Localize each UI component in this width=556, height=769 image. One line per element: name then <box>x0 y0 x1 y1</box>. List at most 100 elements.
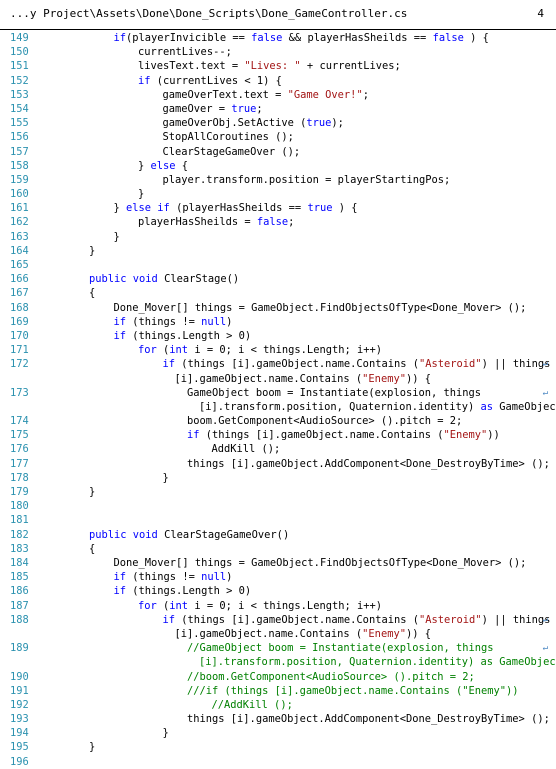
code-text: for (int i = 0; i < things.Length; i++) <box>138 343 382 357</box>
code-token: (currentLives < 1) { <box>150 74 282 87</box>
code-line: 185 if (things != null) <box>0 570 556 584</box>
code-token: } <box>138 188 145 201</box>
code-text-continued: [i].transform.position, Quaternion.ident… <box>199 400 556 414</box>
code-token: } <box>138 159 151 172</box>
code-line: 173 GameObject boom = Instantiate(explosi… <box>0 386 556 414</box>
line-number: 177 <box>10 457 29 470</box>
code-line: 191 ///if (things [i].gameObject.name.Con… <box>0 684 556 698</box>
code-line: 160} <box>0 187 556 201</box>
header-divider <box>0 29 556 30</box>
code-text: } else { <box>138 159 188 173</box>
code-line: 171 for (int i = 0; i < things.Length; i+… <box>0 343 556 357</box>
code-line: 177 things [i].gameObject.AddComponent<Do… <box>0 457 556 471</box>
code-text: gameOverObj.SetActive (true); <box>163 116 344 130</box>
code-listing: 149 if(playerInvicible == false && player… <box>0 31 556 769</box>
code-text: if (things != null) <box>114 570 233 584</box>
code-token: (things.Length > 0) <box>126 585 252 598</box>
line-number: 173 <box>10 386 29 399</box>
code-line: 158} else { <box>0 159 556 173</box>
code-text: AddKill (); <box>212 442 281 456</box>
code-line: 195} <box>0 740 556 754</box>
code-token: (playerInvicible == <box>126 32 252 44</box>
code-token: public void <box>89 273 158 286</box>
code-token: int <box>169 344 189 357</box>
code-token: public void <box>89 528 158 541</box>
code-line: 187 for (int i = 0; i < things.Length; i+… <box>0 599 556 613</box>
code-token: (things != <box>126 315 202 328</box>
line-number: 164 <box>10 244 29 257</box>
code-token: } <box>162 727 169 740</box>
code-token: "Enemy" <box>443 429 488 442</box>
code-line: 172 if (things [i].gameObject.name.Contai… <box>0 357 556 385</box>
code-token: Done_Mover[] things = GameObject.FindObj… <box>113 556 527 569</box>
code-token: "Asteroid" <box>419 613 482 626</box>
code-token: ( <box>156 599 170 612</box>
code-token: if <box>113 32 127 44</box>
code-text: if (things.Length > 0) <box>114 584 252 598</box>
code-token: ; <box>256 102 263 115</box>
code-text: if (things [i].gameObject.name.Contains … <box>187 428 500 442</box>
code-token: things [i].gameObject.AddComponent<Done_… <box>187 457 550 470</box>
line-number: 153 <box>10 88 29 101</box>
code-line: 152 if (currentLives < 1) { <box>0 74 556 88</box>
code-token: false <box>256 216 289 229</box>
code-text: for (int i = 0; i < things.Length; i++) <box>138 599 382 613</box>
code-text: //AddKill (); <box>212 698 293 712</box>
code-text: } <box>89 244 95 258</box>
code-token: gameOverText.text = <box>162 88 288 101</box>
line-number: 172 <box>10 358 29 371</box>
code-text: if (things [i].gameObject.name.Contains … <box>163 613 551 627</box>
code-token: ) <box>226 315 233 328</box>
code-line: 176 AddKill (); <box>0 442 556 456</box>
code-token: "Game Over!" <box>287 88 363 101</box>
code-token: } <box>113 202 127 215</box>
code-token: ClearStageGameOver (); <box>162 145 301 158</box>
line-number: 162 <box>10 216 29 229</box>
code-line: 154 gameOver = true; <box>0 102 556 116</box>
line-number: 167 <box>10 287 29 300</box>
code-token: ; <box>362 88 369 101</box>
code-text: } <box>138 187 144 201</box>
code-token: null <box>201 315 227 328</box>
code-token: } <box>162 471 169 484</box>
code-text-continued: [i].gameObject.name.Contains ("Enemy")) … <box>175 627 432 641</box>
code-line: 178} <box>0 471 556 485</box>
code-line: 193 things [i].gameObject.AddComponent<Do… <box>0 712 556 726</box>
code-token: { <box>175 159 189 172</box>
code-token: StopAllCoroutines (); <box>162 131 294 144</box>
code-line: 184 Done_Mover[] things = GameObject.Find… <box>0 556 556 570</box>
line-number: 155 <box>10 117 29 130</box>
code-token: ; <box>288 216 295 229</box>
code-text: } <box>163 726 169 740</box>
line-number: 165 <box>10 259 29 271</box>
code-line: 186 if (things.Length > 0) <box>0 584 556 598</box>
code-token: null <box>201 571 227 584</box>
code-token: else <box>150 159 176 172</box>
code-token: ); <box>331 117 344 130</box>
code-text: gameOverText.text = "Game Over!"; <box>163 88 369 102</box>
code-token: ///if (things [i].gameObject.name.Contai… <box>187 684 519 697</box>
code-token: && playerHasSheilds == <box>282 32 433 44</box>
code-line: 190 //boom.GetComponent<AudioSource> ().p… <box>0 670 556 684</box>
line-number: 182 <box>10 528 29 541</box>
line-number: 174 <box>10 415 29 428</box>
code-text: StopAllCoroutines (); <box>163 130 294 144</box>
code-text: ClearStageGameOver (); <box>163 145 301 159</box>
code-token: gameOverObj.SetActive ( <box>162 117 307 130</box>
code-token: [i].gameObject.name.Contains ( <box>174 627 363 640</box>
line-number: 187 <box>10 599 29 612</box>
code-text: livesText.text = "Lives: " + currentLive… <box>138 59 401 73</box>
line-continuation-icon: ↵ <box>542 387 548 398</box>
code-token: ClearStageGameOver() <box>157 528 290 541</box>
code-token: (things [i].gameObject.name.Contains ( <box>175 358 419 371</box>
line-number: 158 <box>10 159 29 172</box>
code-token: if <box>113 571 127 584</box>
code-token: ) { <box>463 32 489 44</box>
code-text: if(playerInvicible == false && playerHas… <box>114 31 489 45</box>
code-token: "Enemy" <box>362 627 406 640</box>
line-number: 192 <box>10 698 29 711</box>
code-line: 170 if (things.Length > 0) <box>0 329 556 343</box>
code-token: (things [i].gameObject.name.Contains ( <box>175 613 419 626</box>
line-number: 184 <box>10 556 29 569</box>
code-text-continued: [i].transform.position, Quaternion.ident… <box>199 655 556 669</box>
